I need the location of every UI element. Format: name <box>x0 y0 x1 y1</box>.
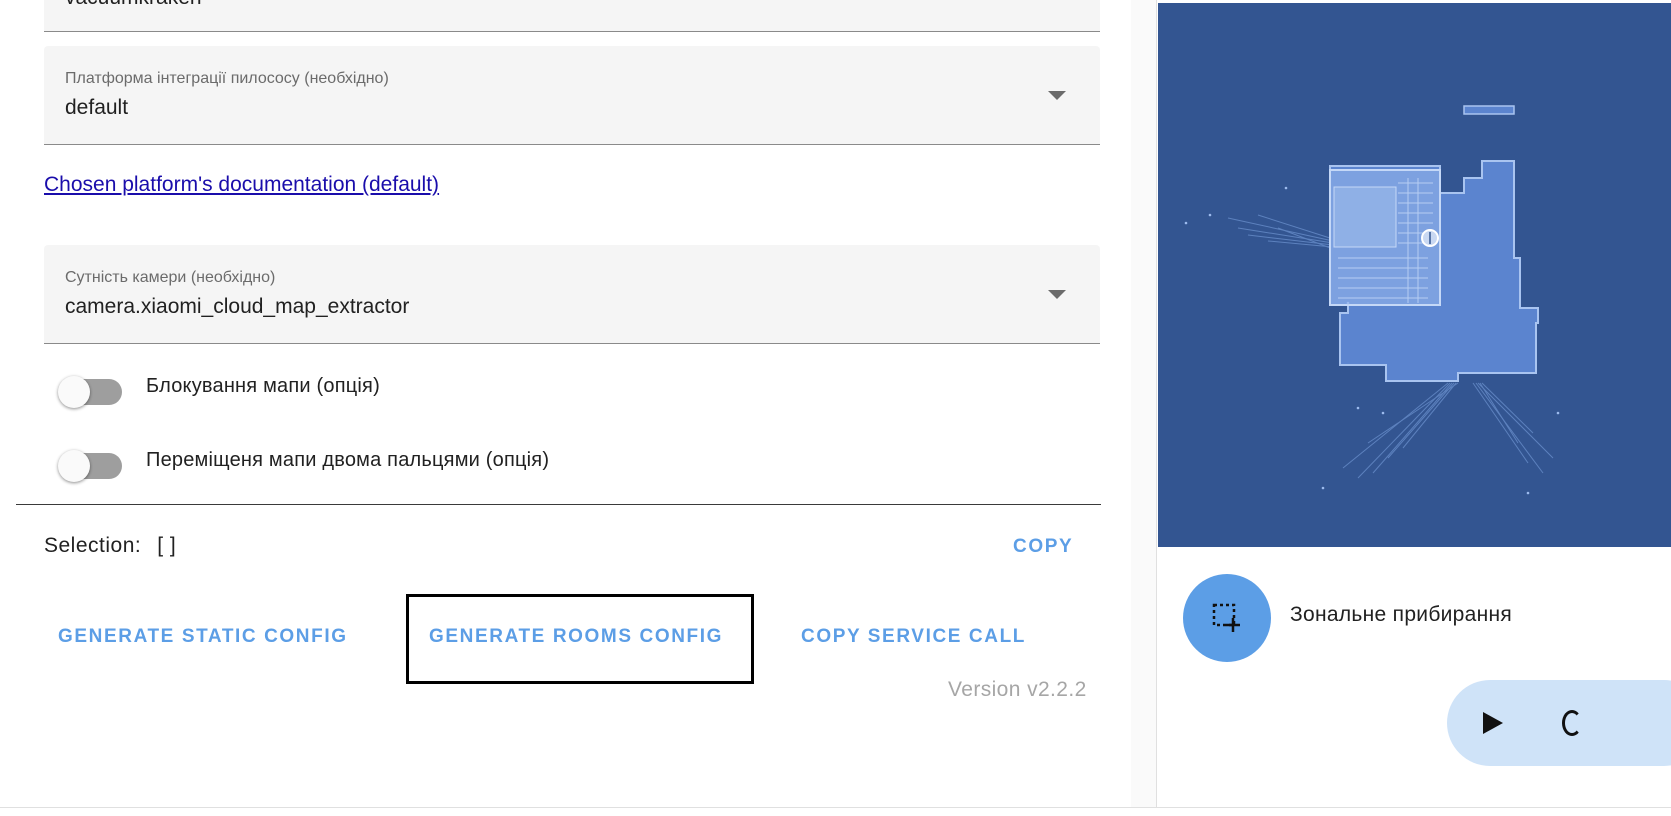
map-lock-toggle[interactable] <box>56 366 124 408</box>
refresh-icon[interactable] <box>1562 710 1582 736</box>
generate-rooms-config-button[interactable]: GENERATE ROOMS CONFIG <box>429 626 723 648</box>
play-icon[interactable] <box>1483 712 1503 734</box>
camera-select-label: Сутність камери (необхідно) <box>65 269 276 286</box>
dropdown-arrow-icon[interactable] <box>1048 91 1066 100</box>
two-finger-pan-toggle-label: Переміщеня мапи двома пальцями (опція) <box>146 448 550 471</box>
generate-static-config-button[interactable]: GENERATE STATIC CONFIG <box>58 626 348 648</box>
copy-selection-button[interactable]: COPY <box>1013 536 1073 558</box>
section-divider <box>16 504 1101 505</box>
platform-documentation-link[interactable]: Chosen platform's documentation (default… <box>44 173 439 197</box>
camera-select[interactable]: Сутність камери (необхідно) camera.xiaom… <box>44 245 1100 344</box>
vacuum-map[interactable] <box>1158 3 1671 547</box>
start-action-pill[interactable] <box>1447 680 1671 766</box>
platform-select-label: Платформа інтеграції пилососу (необхідно… <box>65 70 389 87</box>
selection-value: [ ] <box>157 534 177 557</box>
camera-select-value: camera.xiaomi_cloud_map_extractor <box>65 295 410 318</box>
map-image <box>1184 105 1560 495</box>
map-lock-toggle-label: Блокування мапи (опція) <box>146 374 380 397</box>
entity-field-value: vacuumkraken <box>65 0 202 10</box>
platform-select[interactable]: Платформа інтеграції пилососу (необхідно… <box>44 46 1100 145</box>
toggle-thumb[interactable] <box>58 450 90 482</box>
platform-select-value: default <box>65 96 129 119</box>
card-preview-panel: Зональне прибирання <box>1157 0 1671 807</box>
selection-readout: Selection: [ ] <box>44 534 176 558</box>
dropdown-arrow-icon[interactable] <box>1048 290 1066 299</box>
two-finger-pan-toggle-row: Переміщеня мапи двома пальцями (опція) <box>56 440 550 482</box>
version-text: Version v2.2.2 <box>948 678 1087 701</box>
card-editor-panel: vacuumkraken Платформа інтеграції пилосо… <box>0 0 1131 807</box>
toggle-thumb[interactable] <box>58 376 90 408</box>
selection-label: Selection: <box>44 534 142 557</box>
zone-select-add-icon <box>1212 603 1240 632</box>
two-finger-pan-toggle[interactable] <box>56 440 124 482</box>
map-lock-toggle-row: Блокування мапи (опція) <box>56 366 380 408</box>
zone-cleanup-button[interactable] <box>1183 574 1271 662</box>
zone-cleanup-label: Зональне прибирання <box>1290 603 1513 626</box>
copy-service-call-button[interactable]: COPY SERVICE CALL <box>801 626 1026 648</box>
panel-gutter <box>1131 0 1157 807</box>
entity-field[interactable]: vacuumkraken <box>44 0 1100 32</box>
